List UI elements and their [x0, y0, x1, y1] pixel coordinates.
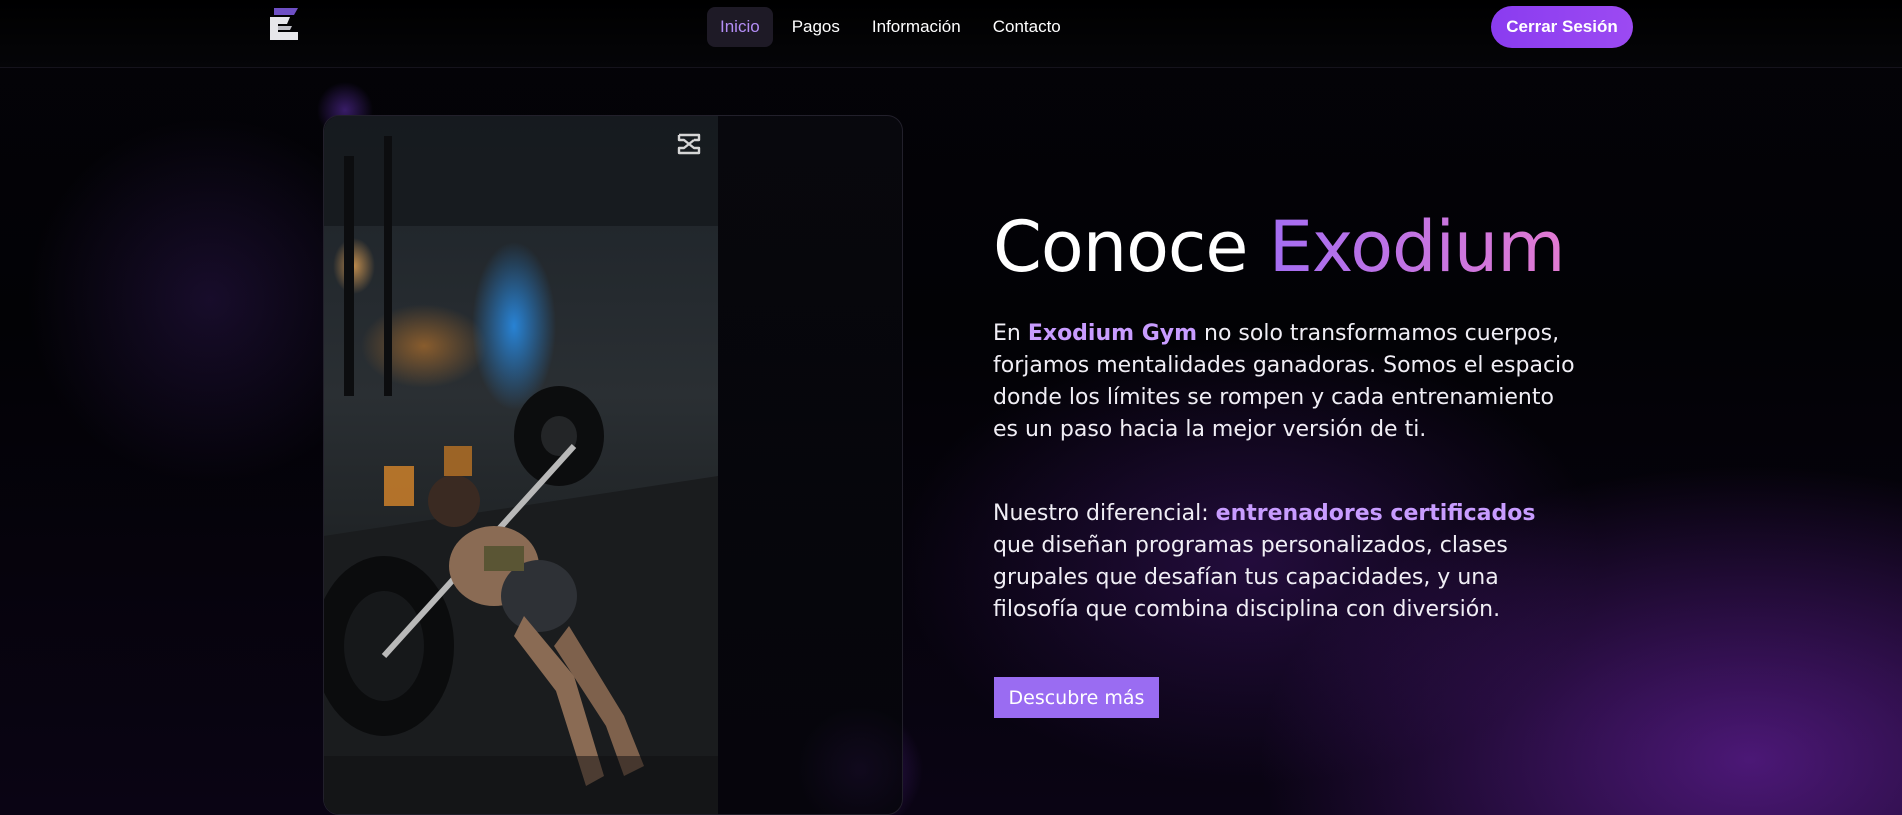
- intro-paragraph: En Exodium Gym no solo transformamos cue…: [993, 318, 1583, 446]
- p1-pre: En: [993, 321, 1028, 346]
- p1-highlight: Exodium Gym: [1027, 321, 1198, 346]
- logout-button[interactable]: Cerrar Sesión: [1491, 6, 1633, 48]
- hero-title-accent: Exodium: [1268, 206, 1566, 288]
- gym-scene-illustration: [324, 116, 718, 814]
- nav-link-contacto[interactable]: Contacto: [980, 7, 1074, 47]
- capcut-icon[interactable]: [676, 132, 702, 156]
- main-nav: Inicio Pagos Información Contacto: [707, 7, 1074, 47]
- hero-title-main: Conoce: [993, 206, 1269, 288]
- navbar: Inicio Pagos Información Contacto Cerrar…: [0, 0, 1902, 68]
- p2-post: que diseñan programas personalizados, cl…: [993, 533, 1508, 622]
- differential-paragraph: Nuestro diferencial: entrenadores certif…: [993, 498, 1583, 626]
- gym-video[interactable]: [324, 116, 718, 814]
- discover-more-button[interactable]: Descubre más: [994, 677, 1159, 718]
- page: Inicio Pagos Información Contacto Cerrar…: [0, 0, 1902, 815]
- p2-pre: Nuestro diferencial:: [993, 501, 1216, 526]
- nav-link-pagos[interactable]: Pagos: [779, 7, 853, 47]
- hero-title: Conoce Exodium: [993, 206, 1566, 288]
- nav-link-inicio[interactable]: Inicio: [707, 7, 773, 47]
- nav-link-informacion[interactable]: Información: [859, 7, 974, 47]
- p2-highlight: entrenadores certificados: [1215, 501, 1536, 526]
- exodium-logo-icon[interactable]: [270, 8, 298, 40]
- video-card: [323, 115, 903, 815]
